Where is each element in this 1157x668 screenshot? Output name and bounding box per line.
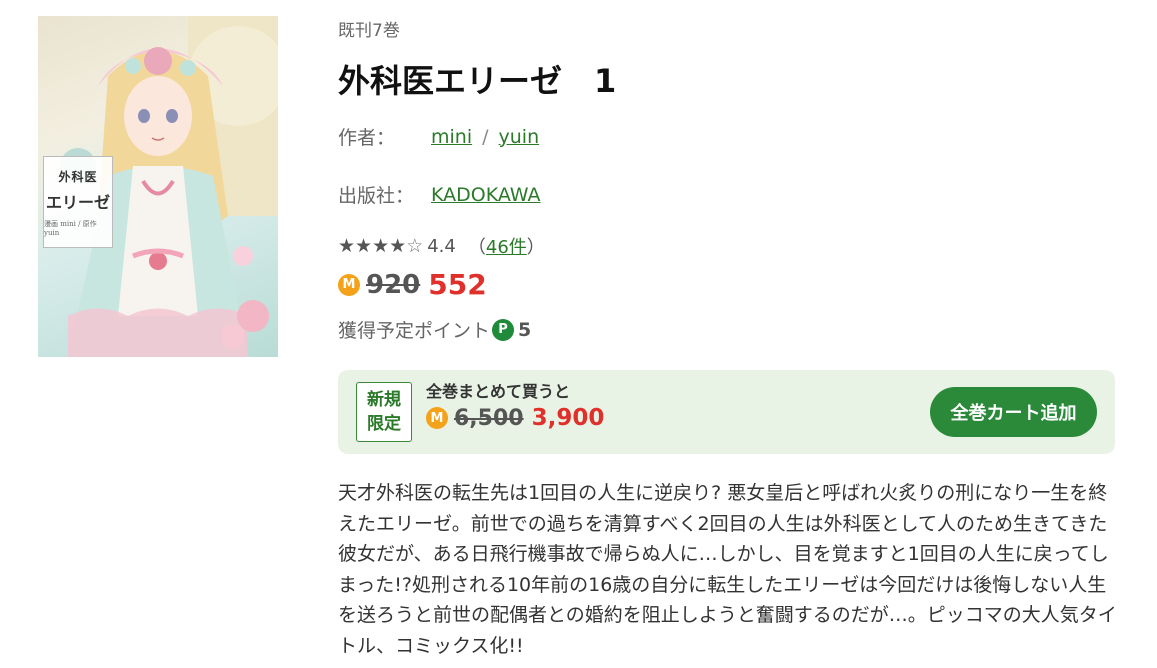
book-cover-image[interactable]: 外科医 エリーゼ 漫画 mini / 原作 yuin: [38, 16, 278, 357]
coin-icon: M: [426, 407, 448, 429]
bundle-offer: 新規 限定 全巻まとめて買うと M 6,500 3,900 全巻カート追加: [338, 370, 1115, 454]
cover-title-main: エリーゼ: [45, 192, 110, 212]
book-description: 天才外科医の転生先は1回目の人生に逆戻り? 悪女皇后と呼ばれ火炙りの刑になり一生…: [338, 482, 1117, 657]
bundle-price: M 6,500 3,900: [426, 405, 604, 431]
price: M 920 552: [338, 268, 487, 301]
review-count-link[interactable]: 46件: [486, 233, 527, 259]
cover-title-plate: 外科医 エリーゼ 漫画 mini / 原作 yuin: [43, 156, 113, 248]
star-filled-icon: ★: [355, 234, 373, 257]
new-limited-badge: 新規 限定: [356, 382, 412, 442]
bundle-original-price: 6,500: [454, 405, 524, 431]
author-separator: /: [482, 125, 489, 148]
volume-count: 既刊7巻: [338, 21, 400, 41]
cover-credit: 漫画 mini / 原作 yuin: [44, 219, 97, 237]
sale-price: 552: [428, 268, 487, 301]
review-count-close: ）: [526, 237, 545, 258]
author-row: 作者： mini / yuin: [338, 123, 539, 150]
point-icon: P: [492, 318, 515, 341]
earned-points: 獲得予定ポイント P 5: [338, 316, 531, 343]
original-price: 920: [366, 269, 421, 300]
rating-stars: ★ ★ ★ ★ ☆: [338, 234, 424, 257]
star-filled-icon: ★: [389, 234, 407, 257]
badge-line-1: 新規: [367, 390, 401, 410]
star-filled-icon: ★: [338, 234, 356, 257]
cover-title-small: 外科医: [58, 169, 98, 184]
author-link-yuin[interactable]: yuin: [499, 126, 540, 148]
author-label: 作者：: [338, 127, 396, 149]
publisher-label: 出版社：: [338, 185, 415, 207]
rating-score: 4.4: [427, 235, 456, 257]
rating: ★ ★ ★ ★ ☆ 4.4 （ 46件 ）: [338, 233, 545, 259]
publisher-row: 出版社： KADOKAWA: [338, 181, 541, 208]
star-empty-icon: ☆: [406, 234, 424, 257]
review-count-open: （: [467, 237, 486, 258]
star-filled-icon: ★: [372, 234, 390, 257]
publisher-link[interactable]: KADOKAWA: [431, 184, 541, 206]
badge-line-2: 限定: [367, 414, 401, 434]
bundle-sale-price: 3,900: [531, 405, 605, 431]
book-title: 外科医エリーゼ 1: [338, 62, 617, 100]
author-link-mini[interactable]: mini: [431, 126, 472, 148]
points-label: 獲得予定ポイント: [338, 320, 491, 342]
coin-icon: M: [338, 273, 360, 296]
points-value: 5: [518, 318, 532, 341]
bundle-label: 全巻まとめて買うと: [426, 382, 571, 401]
add-all-to-cart-button[interactable]: 全巻カート追加: [930, 387, 1097, 437]
